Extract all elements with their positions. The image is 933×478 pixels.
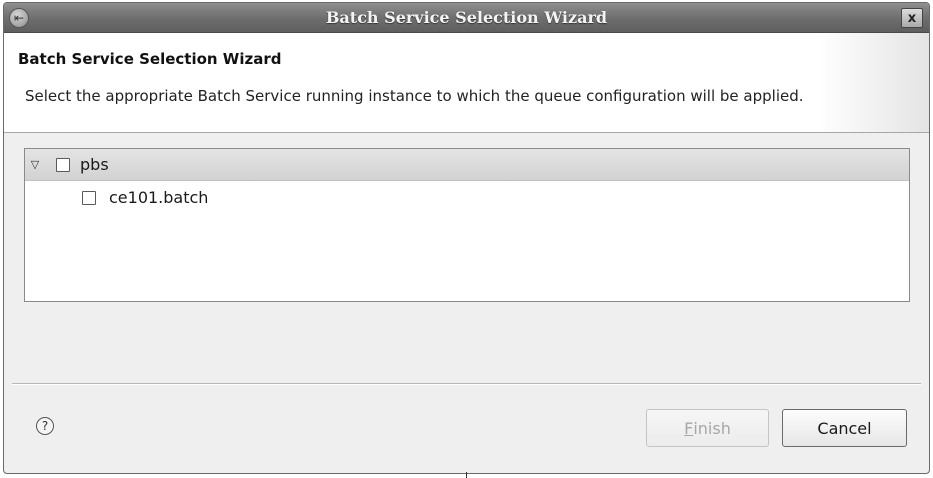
footer-separator [12, 383, 921, 385]
tree-item-pbs[interactable]: ▽ pbs [25, 149, 909, 181]
wizard-page-title: Batch Service Selection Wizard [18, 50, 282, 68]
pbs-checkbox[interactable] [56, 157, 70, 172]
service-tree[interactable]: ▽ pbs ce101.batch [24, 148, 910, 302]
help-icon[interactable]: ? [36, 417, 54, 435]
finish-label-rest: inish [693, 418, 731, 438]
finish-button[interactable]: Finish [646, 409, 769, 447]
title-bar[interactable]: ⇤ Batch Service Selection Wizard x [4, 3, 929, 33]
finish-mnemonic: F [684, 418, 694, 438]
expand-triangle-icon[interactable]: ▽ [28, 158, 42, 172]
window-title: Batch Service Selection Wizard [325, 8, 608, 27]
wizard-banner: Batch Service Selection Wizard Select th… [4, 33, 929, 133]
close-icon[interactable]: x [901, 8, 923, 28]
cancel-button[interactable]: Cancel [782, 409, 907, 447]
tree-item-label: ce101.batch [109, 188, 209, 207]
tree-item-ce101-batch[interactable]: ce101.batch [25, 182, 909, 213]
ce101-batch-checkbox[interactable] [82, 190, 96, 205]
tree-item-label: pbs [80, 155, 109, 174]
dialog-window: ⇤ Batch Service Selection Wizard x Batch… [3, 2, 930, 474]
stray-tick-mark [466, 472, 467, 478]
wizard-page-description: Select the appropriate Batch Service run… [25, 87, 804, 105]
